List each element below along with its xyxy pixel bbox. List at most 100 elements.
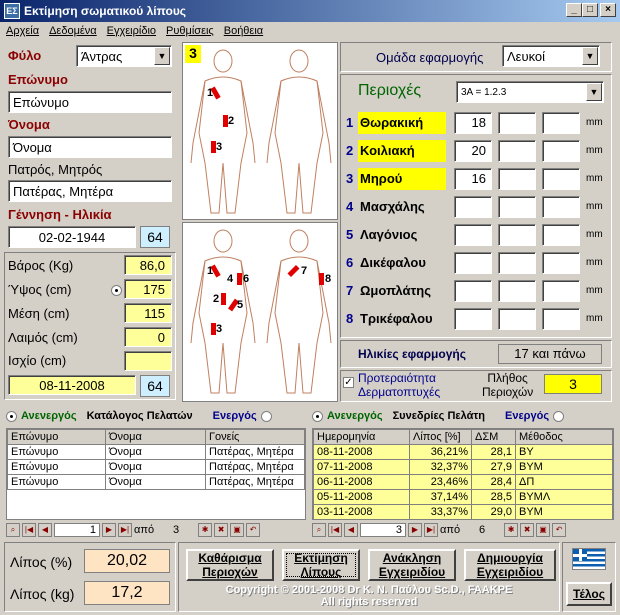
- table-row[interactable]: 05-11-2008 37,14% 28,5 ΒΥΜΛ: [313, 489, 613, 505]
- sex-select[interactable]: Άντρας ▼: [76, 45, 172, 67]
- region-measure-1[interactable]: 20: [454, 140, 492, 162]
- weight-field[interactable]: 86,0: [124, 255, 172, 275]
- priority-checkbox[interactable]: ✓: [343, 377, 354, 388]
- region-measure-1[interactable]: 18: [454, 112, 492, 134]
- surname-field[interactable]: Επώνυμο: [8, 91, 172, 113]
- region-measure-3[interactable]: [542, 308, 580, 330]
- table-cell[interactable]: 07-11-2008: [313, 459, 410, 475]
- region-measure-3[interactable]: [542, 252, 580, 274]
- table-cell[interactable]: 05-11-2008: [313, 489, 410, 505]
- create-manual-button[interactable]: Δημιουργία Εγχειριδίου: [464, 549, 556, 581]
- next-record-icon[interactable]: ▶: [408, 523, 422, 537]
- height-field[interactable]: 175: [124, 279, 172, 299]
- table-cell[interactable]: 33,37%: [409, 504, 472, 520]
- neck-field[interactable]: 0: [124, 327, 172, 347]
- table-cell[interactable]: 32,37%: [409, 459, 472, 475]
- table-cell[interactable]: ΒΥ: [515, 444, 613, 460]
- table-cell[interactable]: Όνομα: [105, 474, 206, 490]
- table-cell[interactable]: Επώνυμο: [7, 474, 106, 490]
- estimate-fat-button[interactable]: Εκτίμηση Λίπους: [282, 549, 360, 581]
- table-cell[interactable]: 27,9: [471, 459, 516, 475]
- region-measure-3[interactable]: [542, 140, 580, 162]
- region-measure-2[interactable]: [498, 224, 536, 246]
- parents-field[interactable]: Πατέρας, Μητέρα: [8, 180, 172, 202]
- region-measure-2[interactable]: [498, 252, 536, 274]
- first-record-icon[interactable]: |◀: [328, 523, 342, 537]
- regions-formula-select[interactable]: 3A = 1.2.3 ▼: [456, 81, 604, 103]
- table-cell[interactable]: Πατέρας, Μητέρα: [205, 474, 305, 490]
- minimize-button[interactable]: _: [566, 3, 582, 17]
- chevron-down-icon[interactable]: ▼: [154, 47, 170, 65]
- region-measure-1[interactable]: 16: [454, 168, 492, 190]
- clients-inactive-radio[interactable]: [6, 410, 17, 422]
- region-measure-3[interactable]: [542, 280, 580, 302]
- table-cell[interactable]: ΒΥΜΛ: [515, 489, 613, 505]
- group-select[interactable]: Λευκοί ▼: [502, 45, 600, 67]
- region-measure-1[interactable]: [454, 196, 492, 218]
- birth-date-field[interactable]: 02-02-1944: [8, 226, 136, 248]
- prev-record-icon[interactable]: ◀: [344, 523, 358, 537]
- region-measure-2[interactable]: [498, 112, 536, 134]
- sessions-col-bmi[interactable]: ΔΣΜ: [471, 429, 516, 445]
- clients-col-parents[interactable]: Γονείς: [205, 429, 305, 445]
- table-cell[interactable]: 29,0: [471, 504, 516, 520]
- table-cell[interactable]: Επώνυμο: [7, 444, 106, 460]
- clients-col-name[interactable]: Όνομα: [105, 429, 206, 445]
- clear-regions-button[interactable]: Καθάρισμα Περιοχών: [186, 549, 274, 581]
- save-record-icon[interactable]: ▣: [536, 523, 551, 537]
- undo-record-icon[interactable]: ↶: [246, 523, 261, 537]
- region-measure-1[interactable]: [454, 252, 492, 274]
- clients-nav-position[interactable]: 1: [54, 523, 100, 537]
- region-measure-2[interactable]: [498, 196, 536, 218]
- table-cell[interactable]: 28,4: [471, 474, 516, 490]
- region-measure-2[interactable]: [498, 308, 536, 330]
- session-date-field[interactable]: 08-11-2008: [8, 375, 136, 395]
- sessions-active-radio[interactable]: [553, 410, 565, 422]
- prev-record-icon[interactable]: ◀: [38, 523, 52, 537]
- table-cell[interactable]: 37,14%: [409, 489, 472, 505]
- delete-record-icon[interactable]: ✖: [214, 523, 229, 537]
- table-cell[interactable]: Επώνυμο: [7, 459, 106, 475]
- close-button[interactable]: ×: [600, 3, 616, 17]
- greek-flag-icon[interactable]: [572, 548, 606, 570]
- last-record-icon[interactable]: ▶|: [424, 523, 438, 537]
- region-measure-1[interactable]: [454, 224, 492, 246]
- region-measure-1[interactable]: [454, 280, 492, 302]
- table-row[interactable]: 07-11-2008 32,37% 27,9 ΒΥΜ: [313, 459, 613, 475]
- hip-field[interactable]: [124, 351, 172, 371]
- menu-manual[interactable]: Εγχειρίδιο: [107, 25, 156, 37]
- binoculars-icon[interactable]: ⌕: [6, 523, 20, 537]
- table-cell[interactable]: 06-11-2008: [313, 474, 410, 490]
- region-measure-3[interactable]: [542, 196, 580, 218]
- next-record-icon[interactable]: ▶: [102, 523, 116, 537]
- table-row[interactable]: Επώνυμο Όνομα Πατέρας, Μητέρα: [7, 459, 305, 475]
- menu-settings[interactable]: Ρυθμίσεις: [166, 25, 214, 37]
- table-cell[interactable]: Πατέρας, Μητέρα: [205, 459, 305, 475]
- height-radio[interactable]: [111, 285, 122, 296]
- add-record-icon[interactable]: ✱: [198, 523, 213, 537]
- region-measure-3[interactable]: [542, 224, 580, 246]
- recall-manual-button[interactable]: Ανάκληση Εγχειριδίου: [368, 549, 456, 581]
- delete-record-icon[interactable]: ✖: [520, 523, 535, 537]
- sessions-col-date[interactable]: Ημερομηνία: [313, 429, 410, 445]
- table-row[interactable]: 08-11-2008 36,21% 28,1 ΒΥ: [313, 444, 613, 460]
- menu-file[interactable]: Αρχεία: [6, 25, 39, 37]
- region-measure-3[interactable]: [542, 168, 580, 190]
- region-measure-2[interactable]: [498, 140, 536, 162]
- menu-data[interactable]: Δεδομένα: [49, 25, 97, 37]
- last-record-icon[interactable]: ▶|: [118, 523, 132, 537]
- maximize-button[interactable]: □: [582, 3, 598, 17]
- region-measure-1[interactable]: [454, 308, 492, 330]
- table-cell[interactable]: ΒΥΜ: [515, 504, 613, 520]
- region-measure-3[interactable]: [542, 112, 580, 134]
- waist-field[interactable]: 115: [124, 303, 172, 323]
- table-cell[interactable]: 28,5: [471, 489, 516, 505]
- table-cell[interactable]: Όνομα: [105, 459, 206, 475]
- table-cell[interactable]: 28,1: [471, 444, 516, 460]
- table-cell[interactable]: Όνομα: [105, 444, 206, 460]
- table-row[interactable]: 03-11-2008 33,37% 29,0 ΒΥΜ: [313, 504, 613, 520]
- table-cell[interactable]: ΒΥΜ: [515, 459, 613, 475]
- table-cell[interactable]: 08-11-2008: [313, 444, 410, 460]
- sessions-col-method[interactable]: Μέθοδος: [515, 429, 613, 445]
- region-measure-2[interactable]: [498, 168, 536, 190]
